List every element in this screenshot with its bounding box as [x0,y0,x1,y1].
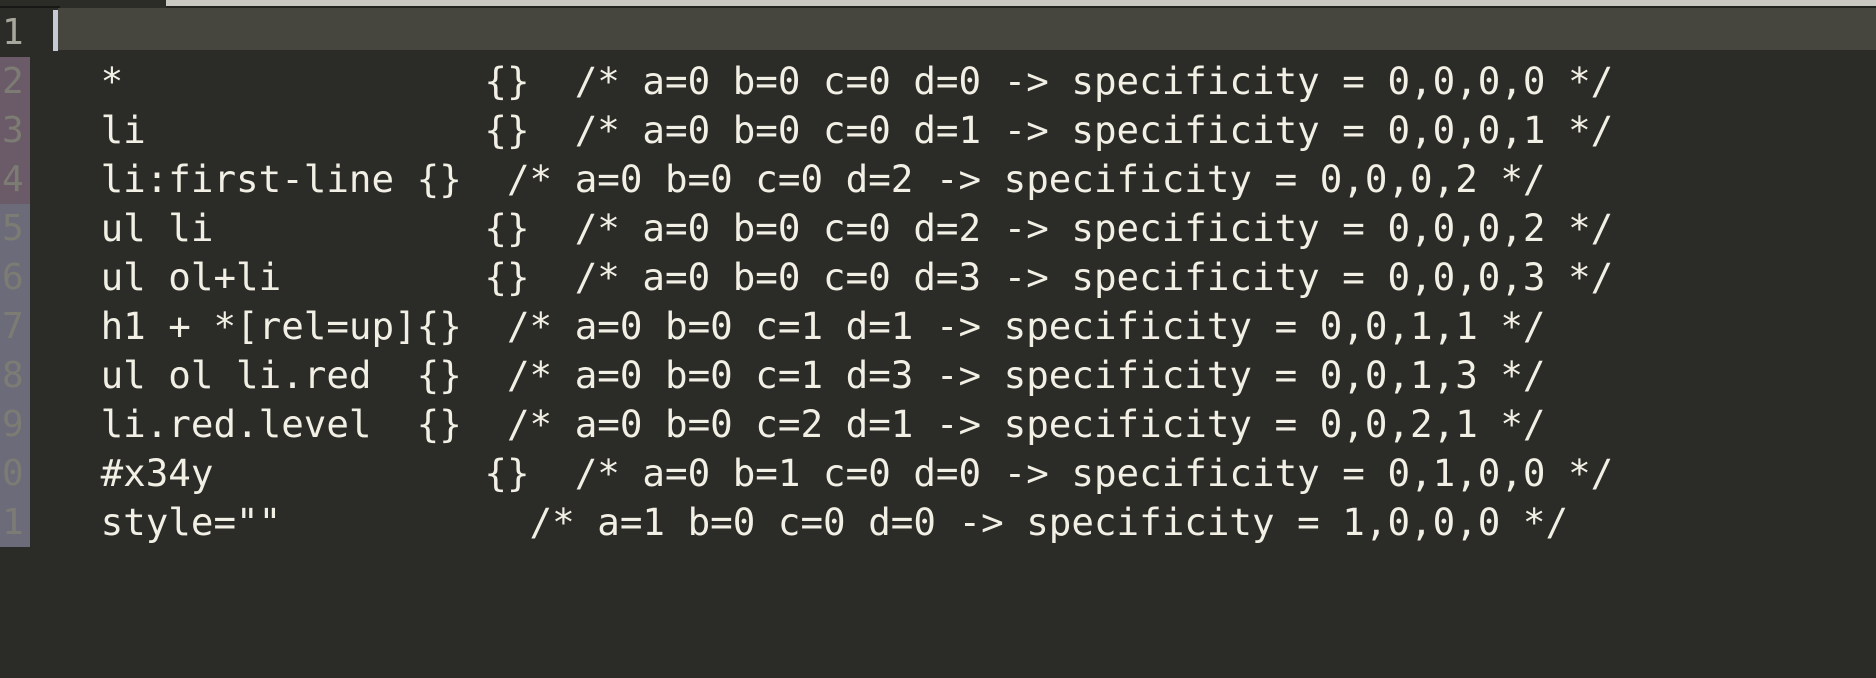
line-number: 5 [0,204,46,253]
line-number: 3 [0,106,46,155]
line-number: 7 [0,302,46,351]
line-number: 2 [0,57,46,106]
code-line: ul li {} /* a=0 b=0 c=0 d=2 -> specifici… [78,204,1613,253]
code-text-area[interactable]: * {} /* a=0 b=0 c=0 d=0 -> specificity =… [58,8,1876,678]
code-line: ul ol li.red {} /* a=0 b=0 c=1 d=3 -> sp… [78,351,1546,400]
code-line: #x34y {} /* a=0 b=1 c=0 d=0 -> specifici… [78,449,1613,498]
editor-gutter[interactable]: 12345678901 [0,8,58,678]
line-number: 1 [0,8,46,57]
code-line: ul ol+li {} /* a=0 b=0 c=0 d=3 -> specif… [78,253,1613,302]
code-editor[interactable]: 12345678901 * {} /* a=0 b=0 c=0 d=0 -> s… [0,0,1876,678]
current-line-highlight [58,8,1876,50]
line-number: 8 [0,351,46,400]
code-line: li:first-line {} /* a=0 b=0 c=0 d=2 -> s… [78,155,1546,204]
line-number: 9 [0,400,46,449]
line-number: 0 [0,449,46,498]
line-number: 1 [0,498,46,547]
horizontal-scrollbar-thumb[interactable] [166,0,1876,6]
code-line: h1 + *[rel=up]{} /* a=0 b=0 c=1 d=1 -> s… [78,302,1546,351]
line-number: 6 [0,253,46,302]
text-caret [53,10,58,51]
line-number: 4 [0,155,46,204]
horizontal-scrollbar-track[interactable] [0,0,1876,8]
code-line: li.red.level {} /* a=0 b=0 c=2 d=1 -> sp… [78,400,1546,449]
code-line: li {} /* a=0 b=0 c=0 d=1 -> specificity … [78,106,1613,155]
code-line: * {} /* a=0 b=0 c=0 d=0 -> specificity =… [78,57,1613,106]
code-line: style="" /* a=1 b=0 c=0 d=0 -> specifici… [78,498,1568,547]
